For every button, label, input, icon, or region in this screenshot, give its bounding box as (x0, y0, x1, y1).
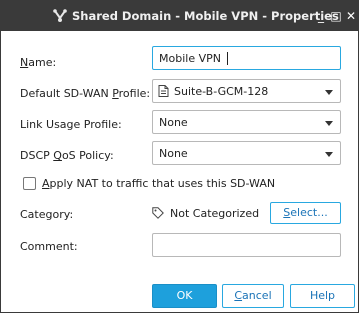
cancel-button[interactable]: Cancel (222, 284, 284, 308)
help-button[interactable]: Help (290, 284, 355, 308)
category-label: Category: (20, 208, 74, 221)
select-button-text: elect... (290, 206, 328, 219)
ok-button[interactable]: OK (152, 284, 217, 308)
link-usage-select[interactable]: None (152, 110, 341, 134)
name-input[interactable]: Mobile VPN (152, 46, 341, 70)
category-value: Not Categorized (170, 207, 260, 220)
apply-nat-label-mnemonic: A (42, 177, 50, 190)
dscp-select[interactable]: None (152, 141, 341, 165)
minimize-button[interactable]: _ (314, 8, 328, 24)
sdwan-profile-select[interactable]: Suite-B-GCM-128 (152, 79, 341, 103)
text-caret (227, 52, 228, 65)
window-title: Shared Domain - Mobile VPN - Properties (72, 9, 339, 23)
app-icon (53, 9, 67, 22)
chevron-down-icon[interactable] (325, 152, 333, 157)
name-label-mnemonic: N (20, 56, 29, 69)
tag-icon (152, 207, 164, 219)
name-label-text: ame: (28, 56, 57, 69)
sdwan-profile-label-text: rofile: (118, 87, 151, 100)
chevron-down-icon[interactable] (325, 121, 333, 126)
apply-nat-checkbox[interactable] (23, 177, 36, 190)
dscp-label-mnemonic: Q (53, 149, 62, 162)
dscp-label-pre: DSCP (20, 149, 54, 162)
sdwan-profile-label: Default SD-WAN Profile: (20, 87, 150, 100)
maximize-button[interactable]: □ (329, 8, 343, 24)
link-usage-value: None (159, 116, 188, 129)
select-category-button[interactable]: Select... (270, 202, 341, 224)
dscp-label-text: oS Policy: (61, 149, 114, 162)
cancel-button-mnemonic: C (234, 289, 243, 302)
sdwan-profile-value: Suite-B-GCM-128 (174, 85, 269, 98)
dscp-value: None (159, 147, 188, 160)
cancel-button-text: ancel (242, 289, 272, 302)
comment-label: Comment: (20, 240, 78, 253)
close-button[interactable]: ✕ (344, 8, 358, 24)
dscp-label: DSCP QoS Policy: (20, 149, 114, 162)
sdwan-profile-label-pre: Default SD-WAN (20, 87, 113, 100)
title-bar[interactable]: Shared Domain - Mobile VPN - Properties … (1, 1, 358, 31)
properties-dialog: Shared Domain - Mobile VPN - Properties … (0, 0, 359, 313)
apply-nat-label-text: pply NAT to traffic that uses this SD-WA… (49, 177, 276, 190)
profile-icon (158, 85, 169, 97)
link-usage-label: Link Usage Profile: (20, 118, 122, 131)
chevron-down-icon[interactable] (325, 90, 333, 95)
name-input-value: Mobile VPN (159, 52, 221, 65)
name-label: Name: (20, 56, 56, 69)
comment-input[interactable] (152, 233, 341, 257)
apply-nat-label[interactable]: Apply NAT to traffic that uses this SD-W… (42, 177, 275, 190)
